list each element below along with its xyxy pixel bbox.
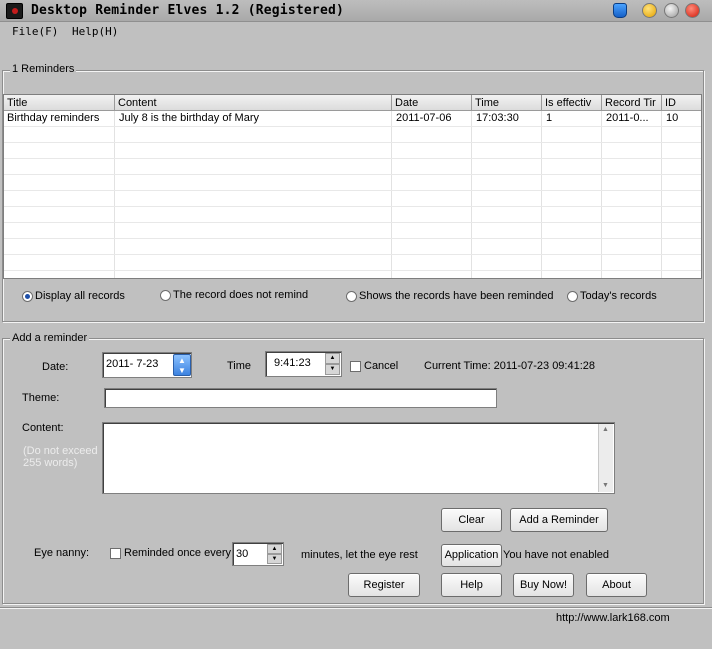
- cell-is-effective: 1: [546, 112, 553, 124]
- cell-record-time: 2011-0...: [606, 112, 649, 124]
- cancel-label: Cancel: [364, 360, 399, 372]
- scroll-up-icon[interactable]: ▲: [602, 426, 609, 433]
- time-down-icon[interactable]: ▼: [325, 364, 340, 375]
- date-picker[interactable]: 2011- 7-23 ▲ ▼: [102, 352, 192, 378]
- filter-reminded[interactable]: Shows the records have been reminded: [346, 290, 553, 302]
- content-hint: (Do not exceed 255 words): [23, 445, 98, 469]
- content-textarea[interactable]: ▲ ▼: [102, 422, 615, 494]
- time-label: Time: [227, 360, 252, 372]
- current-time: Current Time: 2011-07-23 09:41:28: [424, 360, 596, 372]
- cell-time: 17:03:30: [476, 112, 519, 124]
- column-header-date[interactable]: Date: [392, 95, 472, 111]
- minutes-up-icon[interactable]: ▲: [267, 544, 282, 554]
- column-header-time[interactable]: Time: [472, 95, 542, 111]
- buy-now-button[interactable]: Buy Now!: [513, 573, 574, 597]
- date-dropdown-icon[interactable]: ▲ ▼: [173, 354, 191, 376]
- footer-url[interactable]: http://www.lark168.com: [556, 612, 670, 624]
- add-reminder-group-label: Add a reminder: [10, 332, 90, 344]
- content-label: Content:: [22, 422, 64, 434]
- cell-content: July 8 is the birthday of Mary: [119, 112, 260, 124]
- filter-label: The record does not remind: [173, 289, 309, 301]
- theme-input[interactable]: [104, 388, 497, 408]
- minimize-button[interactable]: [642, 3, 657, 18]
- close-button[interactable]: [685, 3, 700, 18]
- minutes-value: 30: [236, 548, 249, 560]
- theme-label: Theme:: [22, 392, 60, 404]
- eye-nanny-label: Eye nanny:: [34, 547, 90, 559]
- filter-label: Today's records: [580, 290, 657, 302]
- window-title: Desktop Reminder Elves 1.2 (Registered): [31, 3, 345, 18]
- cancel-checkbox[interactable]: Cancel: [350, 360, 398, 372]
- help-button[interactable]: Help: [441, 573, 502, 597]
- cell-title: Birthday reminders: [7, 112, 100, 124]
- eye-check-label: Reminded once every: [124, 547, 232, 559]
- radio-icon[interactable]: [160, 289, 171, 301]
- minutes-stepper[interactable]: 30 ▲ ▼: [232, 542, 284, 566]
- pin-icon[interactable]: [613, 3, 627, 18]
- register-button[interactable]: Register: [348, 573, 420, 597]
- checkbox-icon[interactable]: [110, 547, 121, 559]
- about-button[interactable]: About: [586, 573, 647, 597]
- filter-today[interactable]: Today's records: [567, 290, 657, 302]
- clear-button[interactable]: Clear: [441, 508, 502, 532]
- eye-rest-suffix: minutes, let the eye rest: [301, 549, 418, 561]
- reminders-table[interactable]: Title Content Date Time Is effectiv Reco…: [3, 94, 702, 279]
- column-header-record-time[interactable]: Record Tir: [602, 95, 662, 111]
- eye-status: You have not enabled: [503, 549, 610, 561]
- radio-selected-icon[interactable]: [22, 290, 33, 302]
- cell-id: 10: [666, 112, 679, 124]
- time-up-icon[interactable]: ▲: [325, 353, 340, 364]
- minutes-down-icon[interactable]: ▼: [267, 554, 282, 564]
- time-stepper[interactable]: 9:41:23 ▲ ▼: [265, 351, 342, 377]
- reminders-group-label: 1 Reminders: [10, 63, 77, 75]
- add-reminder-button[interactable]: Add a Reminder: [510, 508, 608, 532]
- column-header-id[interactable]: ID: [662, 95, 701, 111]
- application-button[interactable]: Application: [441, 544, 502, 567]
- date-value: 2011- 7-23: [106, 358, 159, 370]
- radio-icon[interactable]: [567, 290, 578, 302]
- time-value: 9:41:23: [274, 357, 311, 369]
- filter-label: Shows the records have been reminded: [359, 290, 554, 302]
- title-bar[interactable]: Desktop Reminder Elves 1.2 (Registered): [0, 0, 712, 22]
- filter-not-reminded[interactable]: The record does not remind: [160, 289, 308, 301]
- maximize-button[interactable]: [664, 3, 679, 18]
- content-scrollbar[interactable]: ▲ ▼: [598, 424, 613, 492]
- column-header-content[interactable]: Content: [115, 95, 392, 111]
- filter-label: Display all records: [35, 290, 125, 302]
- filter-all-records[interactable]: Display all records: [22, 290, 125, 302]
- menu-file[interactable]: File(F): [12, 25, 58, 38]
- column-header-title[interactable]: Title: [4, 95, 115, 111]
- app-logo-icon: [6, 3, 23, 19]
- radio-icon[interactable]: [346, 290, 357, 302]
- eye-reminder-checkbox[interactable]: Reminded once every: [110, 547, 231, 559]
- checkbox-icon[interactable]: [350, 360, 361, 372]
- scroll-down-icon[interactable]: ▼: [602, 482, 609, 489]
- menu-help[interactable]: Help(H): [72, 25, 118, 38]
- table-row[interactable]: Birthday reminders July 8 is the birthda…: [4, 111, 701, 127]
- date-label: Date:: [42, 361, 69, 373]
- cell-date: 2011-07-06: [396, 112, 452, 124]
- column-header-is-effective[interactable]: Is effectiv: [542, 95, 602, 111]
